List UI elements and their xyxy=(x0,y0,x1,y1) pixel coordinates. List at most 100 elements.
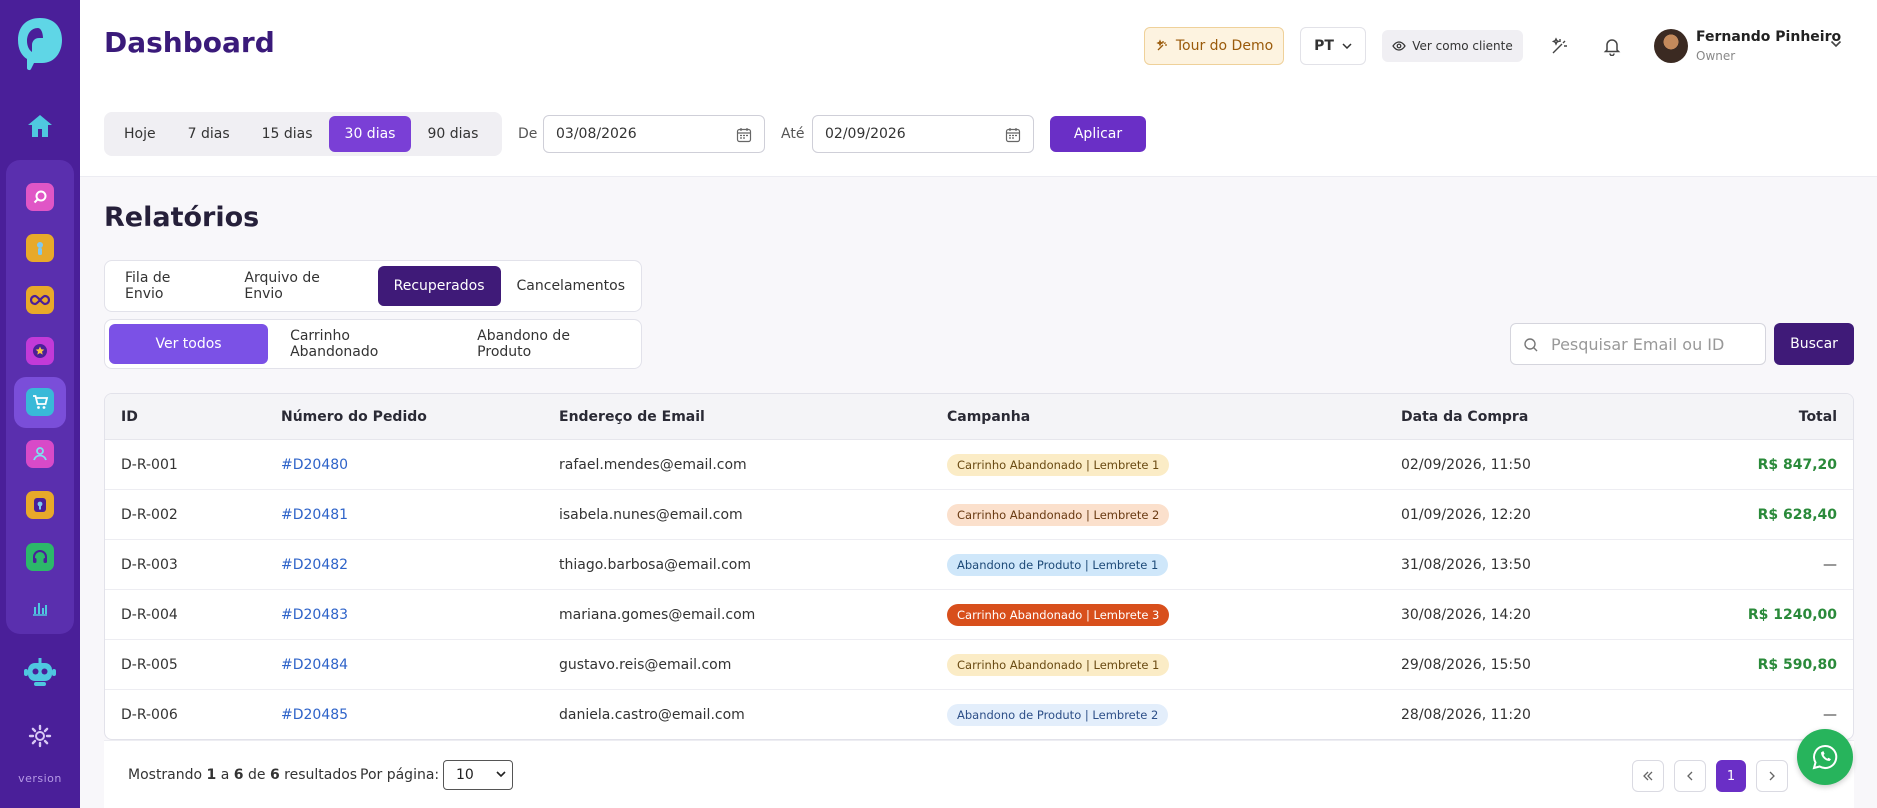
prev-page-button[interactable] xyxy=(1674,760,1706,792)
order-link[interactable]: #D20485 xyxy=(281,690,348,739)
col-purchase-date[interactable]: Data da Compra xyxy=(1401,394,1528,439)
order-link[interactable]: #D20484 xyxy=(281,640,348,689)
order-link[interactable]: #D20482 xyxy=(281,540,348,589)
to-date-field[interactable]: 02/09/2026 xyxy=(812,115,1034,153)
language-select[interactable]: PT xyxy=(1300,27,1366,65)
from-date-field[interactable]: 03/08/2026 xyxy=(543,115,765,153)
row-purchase-date: 30/08/2026, 14:20 xyxy=(1401,606,1531,623)
from-date-value: 03/08/2026 xyxy=(556,126,637,142)
subtab-product-abandonment[interactable]: Abandono de Produto xyxy=(461,324,641,364)
table-row[interactable]: D-R-003 #D20482 thiago.barbosa@email.com Ab… xyxy=(105,540,1853,590)
bell-icon[interactable] xyxy=(1602,36,1622,56)
range-15-days[interactable]: 15 dias xyxy=(246,116,329,152)
order-number[interactable]: #D20484 xyxy=(281,657,348,673)
tab-cancellations[interactable]: Cancelamentos xyxy=(501,266,641,306)
chat-fab[interactable] xyxy=(1797,729,1853,785)
sidebar-item-support[interactable] xyxy=(14,531,66,582)
sidebar-item-reports[interactable] xyxy=(14,583,66,634)
subtab-abandoned-cart[interactable]: Carrinho Abandonado xyxy=(274,324,455,364)
col-email[interactable]: Endereço de Email xyxy=(559,394,705,439)
row-total: R$ 628,40 xyxy=(1758,490,1837,539)
row-purchase-date: 31/08/2026, 13:50 xyxy=(1401,556,1531,573)
row-total: R$ 1240,00 xyxy=(1748,590,1837,639)
campaign-cell: Abandono de Produto | Lembrete 1 xyxy=(947,540,1169,589)
order-link[interactable]: #D20483 xyxy=(281,590,348,639)
table-row[interactable]: D-R-006 #D20485 daniela.castro@email.com Ab… xyxy=(105,690,1853,739)
view-as-client-label: Ver como cliente xyxy=(1412,39,1513,53)
search-button[interactable]: Buscar xyxy=(1774,323,1854,365)
table-row[interactable]: D-R-002 #D20481 isabela.nunes@email.com Car… xyxy=(105,490,1853,540)
next-page-button[interactable] xyxy=(1756,760,1788,792)
page-button-1[interactable]: 1 xyxy=(1716,760,1746,792)
view-as-client-button[interactable]: Ver como cliente xyxy=(1382,30,1523,62)
col-total[interactable]: Total xyxy=(1799,394,1837,439)
results-from: 1 xyxy=(206,767,217,783)
range-today[interactable]: Hoje xyxy=(108,116,172,152)
campaign-badge: Abandono de Produto | Lembrete 1 xyxy=(947,553,1169,576)
tab-send-archive[interactable]: Arquivo de Envio xyxy=(228,266,377,306)
sidebar-item-star[interactable] xyxy=(14,325,66,376)
order-link[interactable]: #D20480 xyxy=(281,440,348,489)
order-number[interactable]: #D20483 xyxy=(281,607,348,623)
user-icon xyxy=(26,439,54,468)
sidebar-item-info[interactable] xyxy=(14,222,66,273)
first-page-button[interactable] xyxy=(1632,760,1664,792)
sidebar-app-group xyxy=(6,160,74,634)
sidebar-item-infinity[interactable] xyxy=(14,274,66,325)
sidebar-item-lock[interactable] xyxy=(14,480,66,531)
chevron-left-icon xyxy=(1687,771,1693,781)
row-id: D-R-001 xyxy=(121,456,178,473)
recovered-table: ID Número do Pedido Endereço de Email Ca… xyxy=(104,393,1854,740)
row-id: D-R-004 xyxy=(121,606,178,623)
row-id: D-R-002 xyxy=(121,506,178,523)
tour-demo-button[interactable]: Tour do Demo xyxy=(1144,27,1284,65)
eye-icon xyxy=(1392,41,1406,51)
to-word: a xyxy=(220,767,230,783)
order-number[interactable]: #D20480 xyxy=(281,457,348,473)
row-email: mariana.gomes@email.com xyxy=(559,606,756,623)
range-30-days[interactable]: 30 dias xyxy=(328,116,412,152)
user-name: Fernando Pinheiro xyxy=(1696,29,1842,45)
avatar[interactable] xyxy=(1654,29,1688,63)
chevron-down-icon[interactable] xyxy=(1830,40,1842,48)
sidebar-item-user[interactable] xyxy=(14,428,66,479)
per-page-label: Por página: xyxy=(360,767,440,783)
sidebar-item-search[interactable] xyxy=(14,171,66,222)
row-email: isabela.nunes@email.com xyxy=(559,506,743,523)
table-row[interactable]: D-R-005 #D20484 gustavo.reis@email.com Carr… xyxy=(105,640,1853,690)
col-campaign[interactable]: Campanha xyxy=(947,394,1030,439)
tab-send-queue[interactable]: Fila de Envio xyxy=(109,266,228,306)
date-range-group: Hoje 7 dias 15 dias 30 dias 90 dias xyxy=(104,112,502,156)
col-order-number[interactable]: Número do Pedido xyxy=(281,394,427,439)
sidebar-item-cart[interactable] xyxy=(14,376,66,429)
order-number[interactable]: #D20481 xyxy=(281,507,348,523)
to-date-value: 02/09/2026 xyxy=(825,126,906,142)
subtab-view-all[interactable]: Ver todos xyxy=(109,324,269,364)
col-id[interactable]: ID xyxy=(121,394,138,439)
range-90-days[interactable]: 90 dias xyxy=(411,116,494,152)
gear-icon[interactable] xyxy=(27,723,53,753)
campaign-cell: Carrinho Abandonado | Lembrete 1 xyxy=(947,640,1170,689)
logo-icon[interactable] xyxy=(14,14,66,72)
campaign-cell: Abandono de Produto | Lembrete 2 xyxy=(947,690,1169,739)
order-number[interactable]: #D20482 xyxy=(281,557,348,573)
table-row[interactable]: D-R-001 #D20480 rafael.mendes@email.com Car… xyxy=(105,440,1853,490)
language-label: PT xyxy=(1314,38,1334,54)
order-link[interactable]: #D20481 xyxy=(281,490,348,539)
table-row[interactable]: D-R-004 #D20483 mariana.gomes@email.com Car… xyxy=(105,590,1853,640)
robot-icon[interactable] xyxy=(24,658,56,692)
tab-recovered[interactable]: Recuperados xyxy=(377,266,501,306)
range-7-days[interactable]: 7 dias xyxy=(172,116,246,152)
magic-wand-icon[interactable] xyxy=(1550,36,1570,56)
order-number[interactable]: #D20485 xyxy=(281,707,348,723)
campaign-cell: Carrinho Abandonado | Lembrete 2 xyxy=(947,490,1170,539)
per-page-select[interactable]: 10 xyxy=(443,760,513,790)
chevron-right-icon xyxy=(1769,771,1775,781)
row-total: — xyxy=(1823,540,1837,589)
chevron-down-icon xyxy=(496,771,506,777)
version-label: version xyxy=(18,772,62,785)
apply-button[interactable]: Aplicar xyxy=(1050,116,1146,152)
campaign-badge: Abandono de Produto | Lembrete 2 xyxy=(947,703,1169,726)
home-icon[interactable] xyxy=(20,106,60,146)
search-input[interactable]: Pesquisar Email ou ID xyxy=(1510,323,1766,365)
